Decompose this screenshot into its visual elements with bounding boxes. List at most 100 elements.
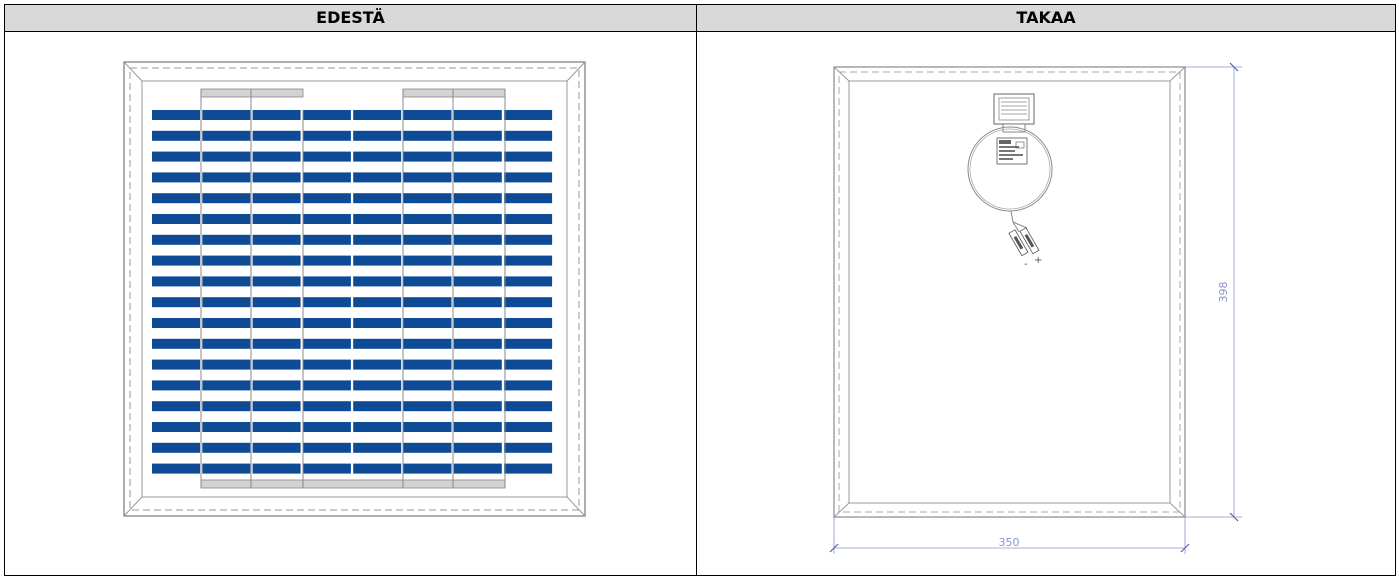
- solar-cell: [302, 401, 351, 412]
- solar-cell: [453, 442, 502, 453]
- solar-cell: [353, 380, 402, 391]
- solar-cell: [353, 338, 402, 349]
- solar-cell: [152, 130, 200, 141]
- solar-cell: [302, 442, 351, 453]
- solar-cell: [453, 380, 502, 391]
- solar-cell: [252, 276, 301, 287]
- solar-cell: [403, 193, 452, 204]
- width-dimension-label: 350: [999, 536, 1020, 549]
- solar-cell: [403, 255, 452, 266]
- solar-cell: [453, 422, 502, 432]
- solar-cell: [453, 276, 502, 287]
- solar-cell: [403, 338, 452, 349]
- solar-cell: [152, 234, 200, 245]
- solar-cell: [152, 297, 200, 308]
- solar-cell: [252, 422, 301, 432]
- solar-cell: [302, 214, 351, 224]
- solar-cell: [152, 214, 200, 224]
- solar-cell: [453, 297, 502, 308]
- solar-cell: [504, 172, 553, 183]
- solar-cell: [252, 359, 301, 370]
- solar-cell: [504, 422, 553, 432]
- solar-cell: [453, 151, 502, 162]
- back-outer-frame: [833, 66, 1186, 518]
- solar-cell: [152, 338, 200, 349]
- solar-cell: [202, 338, 251, 349]
- solar-cell: [202, 422, 251, 432]
- solar-cell: [202, 401, 251, 412]
- header-front: EDESTÄ: [4, 4, 697, 32]
- solar-cell: [152, 318, 200, 328]
- solar-cell: [302, 234, 351, 245]
- solar-cell: [202, 359, 251, 370]
- solar-cell: [353, 234, 402, 245]
- solar-cell: [403, 214, 452, 224]
- solar-cell: [504, 276, 553, 287]
- solar-cell: [202, 255, 251, 266]
- solar-cell: [504, 193, 553, 204]
- bus-bar: [200, 479, 506, 489]
- solar-cell: [252, 338, 301, 349]
- solar-cell: [252, 297, 301, 308]
- solar-cell: [353, 151, 402, 162]
- height-dimension: [1185, 62, 1242, 522]
- solar-cell: [403, 359, 452, 370]
- solar-cell: [152, 359, 200, 370]
- solar-cell: [202, 297, 251, 308]
- solar-cell: [302, 130, 351, 141]
- solar-cell: [252, 255, 301, 266]
- solar-cell: [403, 110, 452, 120]
- solar-cell: [252, 442, 301, 453]
- solar-cell: [504, 338, 553, 349]
- solar-cell: [202, 380, 251, 391]
- solar-cell: [202, 442, 251, 453]
- solar-cell: [302, 463, 351, 474]
- solar-cell: [202, 214, 251, 224]
- bus-bar: [200, 88, 304, 98]
- solar-cell: [152, 422, 200, 432]
- front-panel-drawing: [123, 61, 586, 517]
- solar-cell: [302, 110, 351, 120]
- solar-cell: [353, 214, 402, 224]
- solar-cell: [504, 110, 553, 120]
- solar-cell: [353, 463, 402, 474]
- solar-cell: [252, 193, 301, 204]
- bus-bar: [402, 88, 506, 98]
- solar-cell: [504, 442, 553, 453]
- solar-cell: [252, 214, 301, 224]
- solar-cell: [302, 297, 351, 308]
- solar-cell: [504, 234, 553, 245]
- solar-cell: [453, 318, 502, 328]
- solar-cell: [252, 318, 301, 328]
- solar-cell: [252, 463, 301, 474]
- front-view-cell: [4, 31, 697, 576]
- solar-cell: [453, 338, 502, 349]
- solar-cell: [202, 318, 251, 328]
- solar-cell: [403, 380, 452, 391]
- solar-cell: [453, 193, 502, 204]
- solar-cell: [453, 359, 502, 370]
- solar-cell: [152, 172, 200, 183]
- solar-cell: [152, 380, 200, 391]
- solar-cell: [453, 172, 502, 183]
- solar-cell: [152, 276, 200, 287]
- solar-cell: [202, 276, 251, 287]
- solar-cell: [252, 172, 301, 183]
- solar-cell: [403, 318, 452, 328]
- solar-cell: [252, 380, 301, 391]
- solar-cell: [353, 255, 402, 266]
- solar-cell: [302, 338, 351, 349]
- solar-cell: [302, 422, 351, 432]
- solar-cell: [302, 193, 351, 204]
- solar-cell: [252, 151, 301, 162]
- solar-cell: [202, 151, 251, 162]
- solar-cell: [504, 401, 553, 412]
- solar-cell: [152, 463, 200, 474]
- solar-cell: [302, 380, 351, 391]
- solar-cell: [504, 255, 553, 266]
- solar-cell: [202, 130, 251, 141]
- height-dimension-label: 398: [1217, 282, 1230, 303]
- solar-cell: [403, 422, 452, 432]
- solar-cell: [504, 130, 553, 141]
- solar-cell: [152, 442, 200, 453]
